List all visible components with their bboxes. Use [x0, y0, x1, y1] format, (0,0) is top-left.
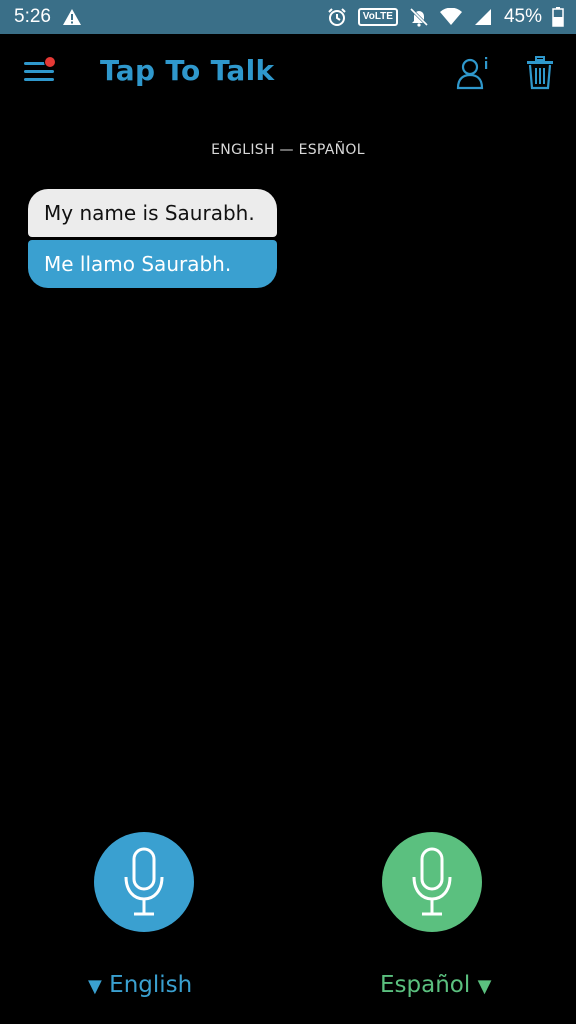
user-info-button[interactable]: [456, 56, 492, 92]
english-language-selector[interactable]: ▼ English: [88, 972, 192, 998]
battery-percent: 45%: [503, 6, 542, 27]
mute-icon: [408, 6, 430, 28]
user-info-icon: [456, 57, 488, 90]
spanish-mic-button[interactable]: [382, 832, 482, 932]
wifi-icon: [439, 6, 462, 28]
dropdown-triangle-icon: ▼: [477, 976, 492, 997]
spanish-language-selector[interactable]: Español ▼: [380, 972, 491, 998]
microphone-icon: [412, 847, 452, 916]
delete-button[interactable]: [526, 56, 558, 92]
status-bar-right: VoLTE 45%: [326, 6, 564, 28]
status-bar: 5:26 VoLTE 45%: [0, 0, 576, 34]
right-language-label: Español: [380, 972, 471, 998]
source-message-bubble[interactable]: My name is Saurabh.: [28, 189, 277, 237]
warning-icon: [61, 6, 83, 28]
translated-message-bubble[interactable]: Me llamo Saurabh.: [28, 240, 277, 288]
signal-icon: [472, 6, 494, 28]
left-language-label: English: [109, 972, 193, 998]
notification-dot-icon: [44, 56, 56, 68]
menu-icon-line: [24, 70, 54, 73]
app-bar: Tap To Talk: [0, 34, 576, 114]
trash-icon: [527, 56, 553, 90]
microphone-icon: [124, 847, 164, 916]
language-pair-label: ENGLISH — ESPAÑOL: [211, 142, 365, 158]
battery-icon: [552, 6, 564, 28]
menu-icon-line: [24, 78, 54, 81]
status-bar-left: 5:26: [14, 6, 83, 28]
dropdown-triangle-icon: ▼: [88, 976, 102, 997]
menu-button[interactable]: [24, 56, 56, 86]
volte-icon: VoLTE: [357, 8, 398, 26]
app-title: Tap To Talk: [100, 54, 275, 87]
alarm-icon: [326, 6, 348, 28]
status-time: 5:26: [14, 6, 51, 27]
english-mic-button[interactable]: [94, 832, 194, 932]
